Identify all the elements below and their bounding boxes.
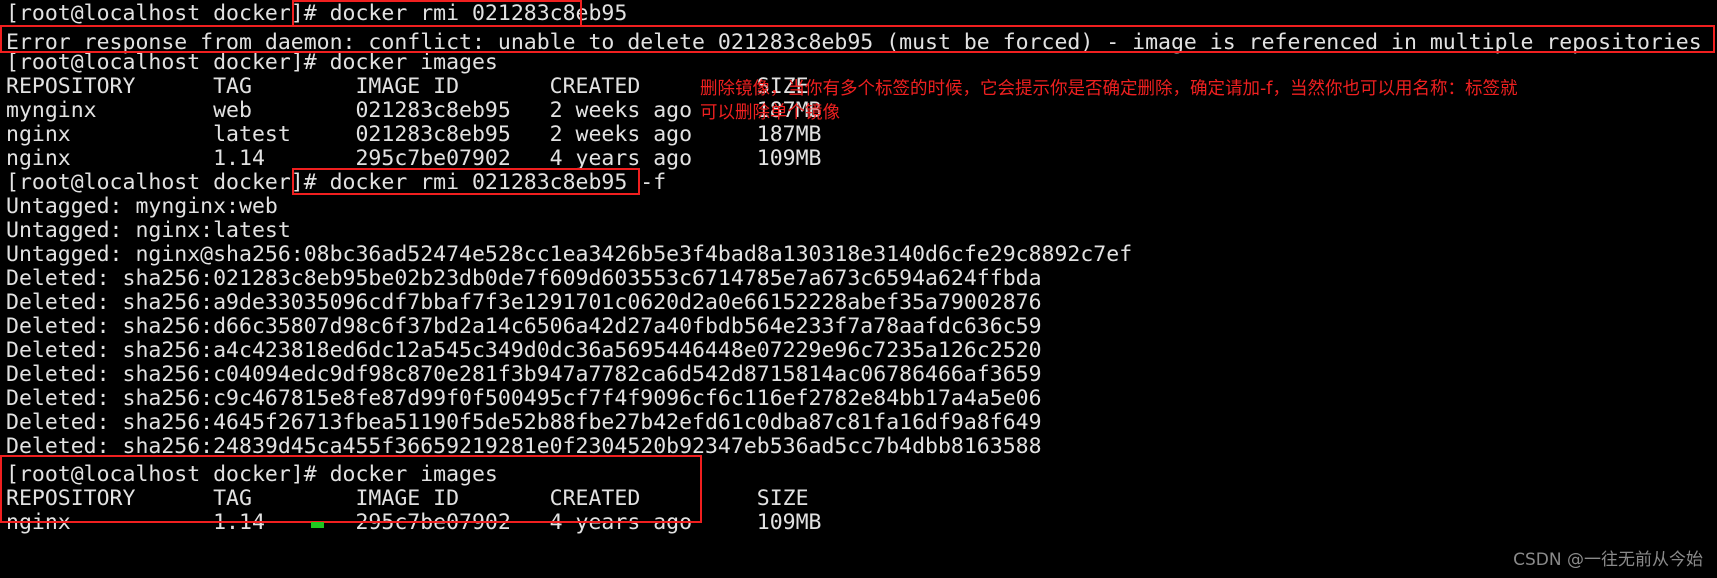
- annotation-text-line-1: 删除镜像，当你有多个标签的时候，它会提示你是否确定删除，确定请加-f，当然你也可…: [700, 79, 1518, 99]
- terminal-cursor: [311, 522, 324, 528]
- annotation-text-line-2: 可以删除单个镜像: [700, 103, 840, 123]
- terminal-line-deleted-layer-8: Deleted: sha256:24839d45ca455f3665921928…: [6, 434, 1042, 459]
- terminal-line-command-rmi: [root@localhost docker]# docker rmi 0212…: [6, 1, 628, 26]
- csdn-watermark: CSDN @一往无前从今始: [1513, 550, 1703, 570]
- terminal-window[interactable]: [root@localhost docker]# docker rmi 0212…: [0, 0, 1717, 578]
- terminal-line-image-row-final: nginx 1.14 295c7be07902 4 years ago 109M…: [6, 510, 822, 535]
